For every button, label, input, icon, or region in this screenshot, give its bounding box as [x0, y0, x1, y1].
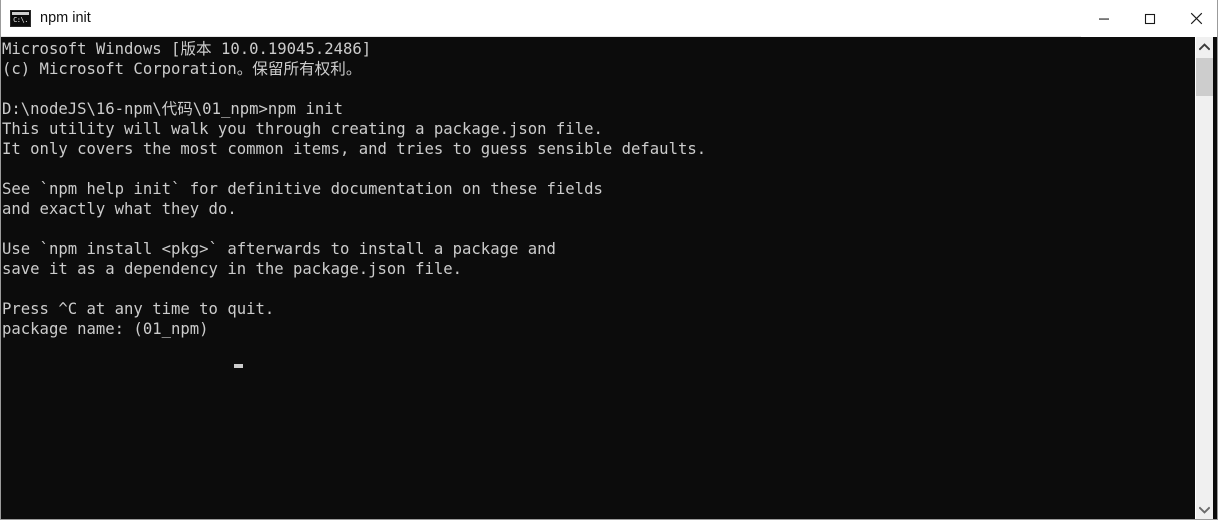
maximize-button[interactable] [1127, 0, 1173, 37]
console-app-icon: C:\. [10, 9, 31, 27]
console-window: C:\. npm init Microsoft Windows [版本 10.0… [0, 0, 1218, 520]
chevron-down-icon [1199, 506, 1210, 514]
terminal-output: Microsoft Windows [版本 10.0.19045.2486] (… [2, 40, 707, 338]
chevron-up-icon [1199, 42, 1210, 50]
scrollbar-track[interactable] [1196, 56, 1213, 500]
window-title: npm init [40, 9, 91, 26]
scroll-up-button[interactable] [1196, 37, 1213, 56]
terminal-surface[interactable]: Microsoft Windows [版本 10.0.19045.2486] (… [1, 37, 1197, 519]
vertical-scrollbar[interactable] [1195, 37, 1217, 519]
minimize-button[interactable] [1081, 0, 1127, 37]
window-controls [1081, 0, 1217, 37]
console-icon-glyph: C:\. [13, 15, 28, 24]
text-cursor [234, 364, 243, 368]
scroll-down-button[interactable] [1196, 500, 1213, 519]
title-bar[interactable]: C:\. npm init [1, 0, 1217, 37]
scrollbar-thumb[interactable] [1196, 58, 1213, 96]
title-bar-left: C:\. npm init [1, 0, 1081, 36]
close-button[interactable] [1173, 0, 1217, 37]
